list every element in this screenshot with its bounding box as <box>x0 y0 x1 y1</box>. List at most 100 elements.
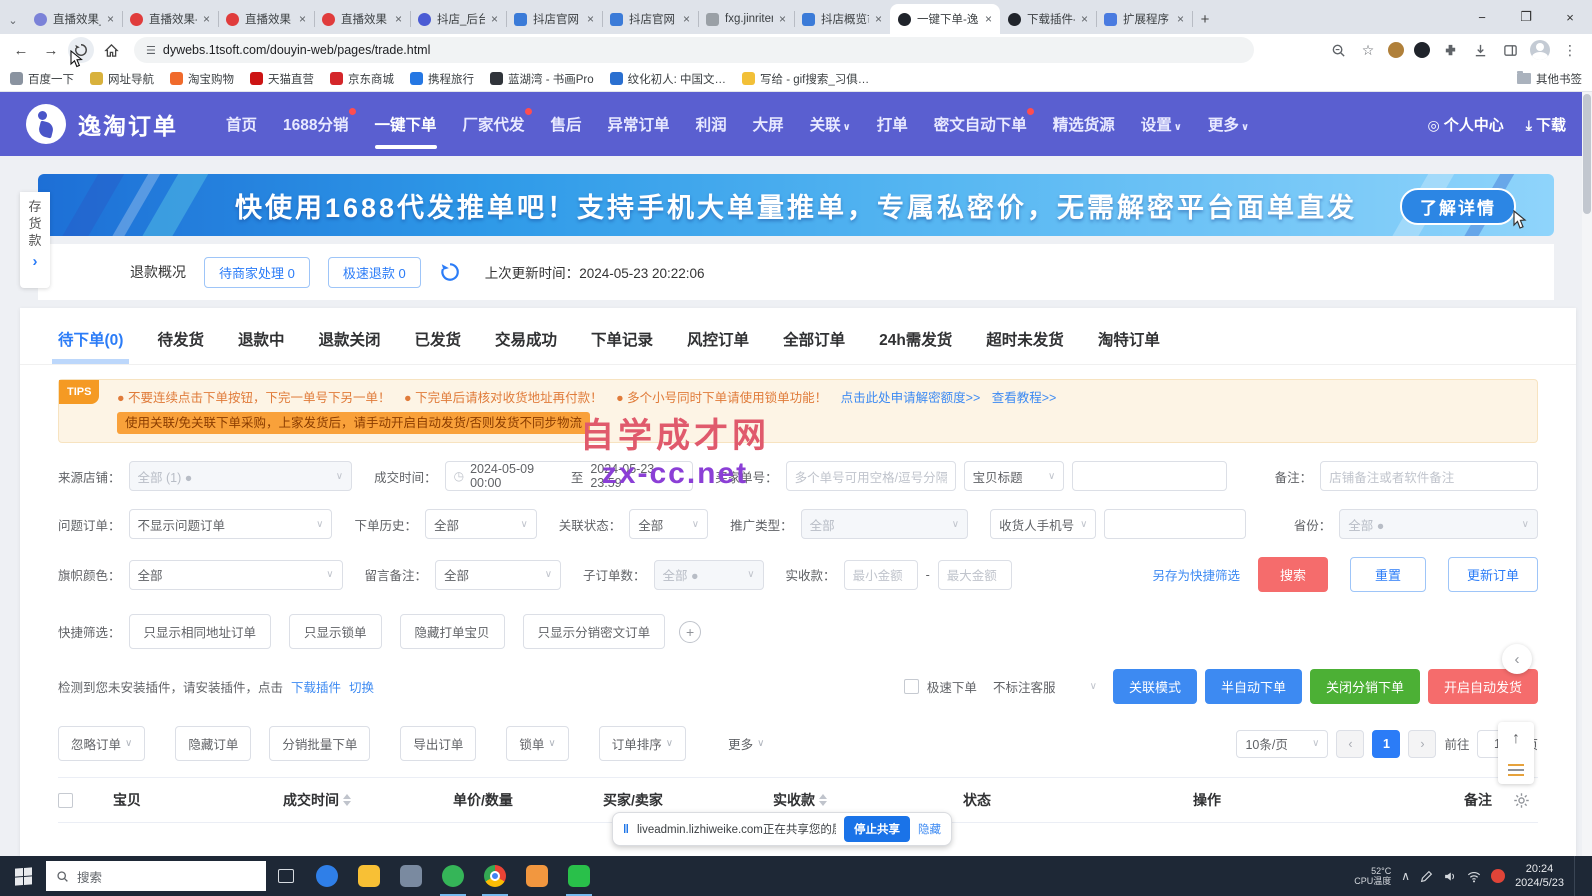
promo-type-select[interactable]: 全部∨ <box>801 509 968 539</box>
tab-refunding[interactable]: 退款中 <box>238 328 285 364</box>
expand-chevron-icon[interactable]: › <box>33 253 38 270</box>
window-minimize-button[interactable]: − <box>1460 0 1504 34</box>
hide-order-button[interactable]: 隐藏订单 <box>175 726 251 761</box>
tab-close-icon[interactable]: × <box>985 12 992 26</box>
browser-tab[interactable]: fxg.jinritem× <box>698 4 794 34</box>
province-select[interactable]: 全部 ●∨ <box>1339 509 1538 539</box>
notification-center-button[interactable] <box>1574 856 1584 896</box>
tab-close-icon[interactable]: × <box>683 12 690 26</box>
apply-quota-link[interactable]: 点击此处申请解密额度>> <box>841 391 981 405</box>
user-center-link[interactable]: ◎个人中心 <box>1428 114 1504 135</box>
quick-filter-same-address[interactable]: 只显示相同地址订单 <box>129 614 272 649</box>
view-tutorial-link[interactable]: 查看教程>> <box>992 391 1057 405</box>
table-settings-gear-icon[interactable] <box>1513 792 1530 809</box>
nav-item-settings[interactable]: 设置∨ <box>1141 113 1182 135</box>
col-buyer-seller[interactable]: 买家/卖家 <box>603 790 773 810</box>
close-distribution-button[interactable]: 关闭分销下单 <box>1310 669 1420 704</box>
taskbar-app-wechat[interactable] <box>558 856 600 896</box>
window-restore-button[interactable]: ❐ <box>1504 0 1548 34</box>
message-note-select[interactable]: 全部∨ <box>435 560 561 590</box>
order-history-select[interactable]: 全部∨ <box>425 509 537 539</box>
url-text[interactable]: dywebs.1tsoft.com/douyin-web/pages/trade… <box>163 43 431 57</box>
other-bookmarks[interactable]: 其他书签 <box>1517 71 1582 87</box>
scrollbar-thumb[interactable] <box>1583 94 1591 214</box>
side-panel-icon[interactable] <box>1500 40 1520 60</box>
buyer-no-input[interactable]: 多个单号可用空格/逗号分隔 <box>786 461 956 491</box>
col-item[interactable]: 宝贝 <box>113 790 283 810</box>
quick-filter-hide-printed[interactable]: 隐藏打单宝贝 <box>400 614 505 649</box>
sort-icon[interactable] <box>343 794 351 806</box>
nav-item-1688[interactable]: 1688分销 <box>283 113 348 135</box>
nav-item-profit[interactable]: 利润 <box>696 113 727 135</box>
hide-share-bar-link[interactable]: 隐藏 <box>918 821 941 837</box>
browser-tab-active[interactable]: 一键下单-逸× <box>890 4 1000 34</box>
bookmark-item[interactable]: 网址导航 <box>90 71 154 87</box>
note-input[interactable]: 店铺备注或者软件备注 <box>1320 461 1538 491</box>
sub-order-select[interactable]: 全部 ●∨ <box>654 560 764 590</box>
tab-close-icon[interactable]: × <box>107 12 114 26</box>
assoc-mode-button[interactable]: 关联模式 <box>1113 669 1197 704</box>
tab-overdue[interactable]: 超时未发货 <box>986 328 1064 364</box>
bookmark-item[interactable]: 携程旅行 <box>410 71 474 87</box>
switch-plugin-link[interactable]: 切换 <box>349 677 374 696</box>
taskbar-app-chrome[interactable] <box>474 856 516 896</box>
extension-badge-icon[interactable] <box>1414 42 1430 58</box>
batch-order-button[interactable]: 分销批量下单 <box>269 726 370 761</box>
tab-order-history[interactable]: 下单记录 <box>591 328 653 364</box>
taskbar-clock[interactable]: 20:24 2024/5/23 <box>1515 862 1564 890</box>
fast-refund-button[interactable]: 极速退款 0 <box>328 257 421 288</box>
network-icon[interactable] <box>1467 870 1481 883</box>
browser-tab[interactable]: 扩展程序× <box>1096 4 1192 34</box>
window-close-button[interactable]: × <box>1548 0 1592 34</box>
app-logo-icon[interactable] <box>26 104 66 144</box>
profile-avatar[interactable] <box>1530 40 1550 60</box>
nav-item-home[interactable]: 首页 <box>226 113 257 135</box>
browser-tab[interactable]: 抖店概览市× <box>794 4 890 34</box>
no-mark-select[interactable]: 不标注客服∨ <box>985 672 1105 702</box>
browser-tab[interactable]: 直播效果_三× <box>26 4 122 34</box>
col-paid[interactable]: 实收款 <box>773 790 963 810</box>
deal-time-range-input[interactable]: ◷2024-05-09 00:00 至 2024-05-23 23:59 <box>445 461 694 491</box>
promo-banner[interactable]: 快使用1688代发推单吧！支持手机大单量推单，专属私密价，无需解密平台面单直发 … <box>38 174 1554 236</box>
browser-menu-icon[interactable]: ⋮ <box>1560 40 1580 60</box>
nav-item-factory[interactable]: 厂家代发 <box>463 113 525 135</box>
add-quick-filter-icon[interactable]: + <box>679 621 701 643</box>
quick-filter-locked[interactable]: 只显示锁单 <box>289 614 382 649</box>
paid-max-input[interactable]: 最大金额 <box>938 560 1012 590</box>
col-status[interactable]: 状态 <box>963 790 1193 810</box>
browser-tab[interactable]: 抖店官网 -|× <box>602 4 698 34</box>
home-button[interactable] <box>98 37 124 63</box>
nav-item-association[interactable]: 关联∨ <box>810 113 851 135</box>
taskbar-app-store[interactable] <box>390 856 432 896</box>
tab-24h-ship[interactable]: 24h需发货 <box>879 328 952 364</box>
taskbar-app-notes[interactable] <box>516 856 558 896</box>
save-quick-filter-link[interactable]: 另存为快捷筛选 <box>1152 565 1240 584</box>
site-info-icon[interactable]: ☰ <box>146 44 155 57</box>
zoom-page-icon[interactable] <box>1328 40 1348 60</box>
nav-item-aftersale[interactable]: 售后 <box>551 113 582 135</box>
tab-pending-order[interactable]: 待下单(0) <box>58 328 123 364</box>
problem-order-select[interactable]: 不显示问题订单∨ <box>129 509 333 539</box>
receiver-phone-input[interactable] <box>1104 509 1245 539</box>
tray-security-icon[interactable] <box>1491 869 1505 883</box>
bookmark-star-icon[interactable]: ☆ <box>1358 40 1378 60</box>
tab-to-ship[interactable]: 待发货 <box>157 328 204 364</box>
task-view-button[interactable] <box>266 856 306 896</box>
order-sort-button[interactable]: 订单排序∨ <box>599 726 686 761</box>
per-page-select[interactable]: 10条/页∨ <box>1236 730 1328 758</box>
tab-close-icon[interactable]: × <box>1177 12 1184 26</box>
update-orders-button[interactable]: 更新订单 <box>1448 557 1538 592</box>
bookmark-item[interactable]: 淘宝购物 <box>170 71 234 87</box>
tab-close-icon[interactable]: × <box>779 12 786 26</box>
pending-merchant-button[interactable]: 待商家处理 0 <box>204 257 310 288</box>
nav-item-cipher-order[interactable]: 密文自动下单 <box>934 113 1027 135</box>
lock-order-button[interactable]: 锁单∨ <box>506 726 568 761</box>
item-title-input[interactable] <box>1072 461 1226 491</box>
select-all-checkbox[interactable] <box>58 793 73 808</box>
cpu-temp-widget[interactable]: 52°CCPU温度 <box>1354 866 1391 886</box>
col-price-qty[interactable]: 单价/数量 <box>453 790 603 810</box>
bookmark-item[interactable]: 写给 - gif搜索_习俱… <box>742 71 869 87</box>
tab-shipped[interactable]: 已发货 <box>415 328 462 364</box>
tab-close-icon[interactable]: × <box>875 12 882 26</box>
tab-close-icon[interactable]: × <box>1081 12 1088 26</box>
